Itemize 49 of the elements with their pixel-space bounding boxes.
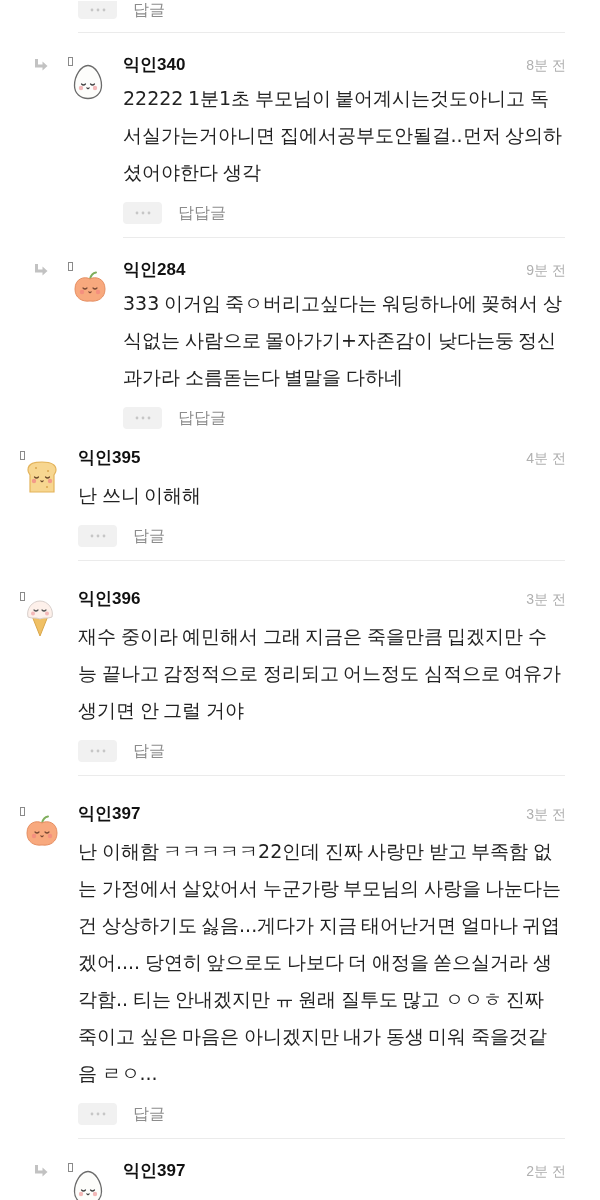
more-icon (89, 749, 106, 753)
rectangle-icon (20, 451, 25, 460)
author-name: 익인340 (123, 54, 186, 76)
reply-link[interactable]: 답글 (133, 0, 165, 20)
comment-text: 난 쓰니 이해해 (78, 483, 203, 508)
reply-arrow-icon (34, 59, 48, 71)
more-button[interactable] (123, 407, 162, 429)
rectangle-icon (20, 592, 25, 601)
author-name: 익인396 (78, 588, 141, 610)
author-name: 익인397 (78, 803, 141, 825)
reply-link[interactable]: 답글 (133, 741, 165, 761)
reply-link[interactable]: 답답글 (178, 408, 226, 428)
more-button[interactable] (78, 740, 117, 762)
timestamp: 3분 전 (526, 805, 566, 824)
more-icon (89, 8, 106, 12)
author-name: 익인395 (78, 447, 141, 469)
rectangle-icon (68, 57, 73, 66)
pumpkin-icon (73, 271, 107, 303)
reply-link[interactable]: 답답글 (178, 203, 226, 223)
egg-icon (73, 64, 103, 100)
more-button[interactable] (78, 1103, 117, 1125)
more-button[interactable] (78, 525, 117, 547)
reply-arrow-icon (34, 1165, 48, 1177)
toast-icon (25, 460, 59, 494)
author-name: 익인284 (123, 259, 186, 281)
rectangle-icon (68, 1163, 73, 1172)
timestamp: 2분 전 (526, 1162, 566, 1181)
more-icon (89, 534, 106, 538)
pumpkin-icon (25, 815, 59, 847)
reply-link[interactable]: 답글 (133, 1104, 165, 1124)
timestamp: 9분 전 (526, 261, 566, 280)
comment-text: 난 이해함 ㅋㅋㅋㅋㅋ22인데 진짜 사랑만 받고 부족함 없는 가정에서 살았어서 누군가랑 부모님의 사랑을 나눈다는건 상상하기도 싫음...게다가 지금 태어난거면 얼마나 귀엽겠어.... 당연히 앞으로도 나보다 더 애정을 쏟으실거라 생각함.. 티는 안내겠지만 ㅠ 원래 질투도 많고 ㅇㅇㅎ 진짜 죽이고 싶은 마음은 아니겠지만 내가 동생 미워 죽을것같음 ㄹㅇ... (78, 839, 562, 1086)
comment-text: 333 이거임 죽ㅇ버리고싶다는 워딩하나에 꽂혀서 상식없는 사람으로 몰아가기+자존감이 낮다는둥 정신과가라 소름돋는다 별말을 다하네 (123, 291, 563, 390)
rectangle-icon (20, 807, 25, 816)
reply-link[interactable]: 답글 (133, 526, 165, 546)
comment-text: 22222 1분1초 부모님이 붙어계시는것도아니고 독서실가는거아니면 집에서공부도안될걸..먼저 상의하셨어야한다 생각 (123, 86, 564, 185)
comment-text: 재수 중이라 예민해서 그래 지금은 죽을만큼 밉겠지만 수능 끝나고 감정적으로 정리되고 어느정도 심적으로 여유가 생기면 안 그럴 거야 (78, 624, 562, 723)
author-name: 익인397 (123, 1160, 186, 1182)
reply-arrow-icon (34, 264, 48, 276)
timestamp: 3분 전 (526, 590, 566, 609)
rectangle-icon (68, 262, 73, 271)
timestamp: 8분 전 (526, 56, 566, 75)
more-icon (134, 416, 151, 420)
timestamp: 4분 전 (526, 449, 566, 468)
more-button[interactable] (78, 1, 117, 19)
more-icon (89, 1112, 106, 1116)
more-button[interactable] (123, 202, 162, 224)
more-icon (134, 211, 151, 215)
ice-cream-icon (25, 597, 55, 637)
